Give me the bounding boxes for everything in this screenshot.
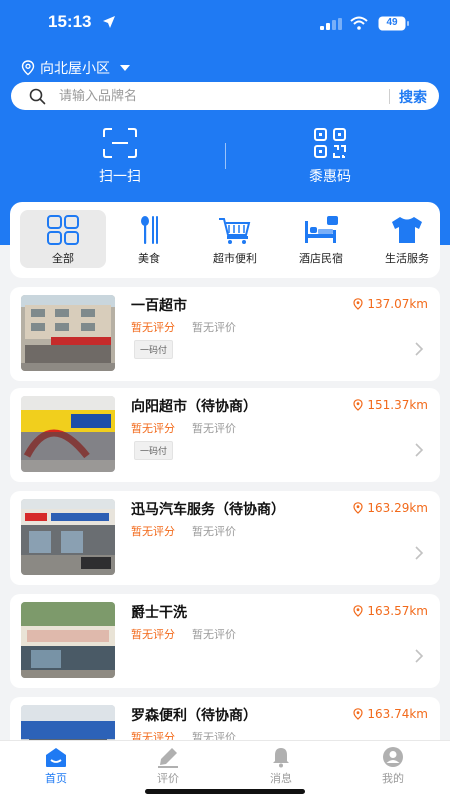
category-all[interactable]: 全部: [20, 210, 106, 268]
category-life-service[interactable]: 生活服务: [364, 210, 440, 268]
store-card[interactable]: 向阳超市（待协商） 151.37km 暂无评分 暂无评价 一码付: [10, 388, 440, 482]
store-card[interactable]: 一百超市 137.07km 暂无评分 暂无评价 一码付: [10, 287, 440, 381]
scan-button[interactable]: 扫一扫: [50, 128, 190, 188]
store-review: 暂无评价: [192, 628, 236, 641]
home-indicator: [145, 789, 305, 794]
store-distance: 151.37km: [352, 398, 428, 412]
location-pin-icon: [21, 60, 35, 76]
battery-level: 49: [386, 17, 398, 28]
qr-code-icon: [314, 128, 346, 158]
quick-actions-divider: [225, 143, 226, 169]
location-pin-icon: [353, 708, 363, 720]
status-time: 15:13: [48, 12, 92, 31]
location-selector[interactable]: 向北屋小区: [20, 58, 130, 78]
search-icon: [29, 88, 46, 105]
category-label: 生活服务: [385, 252, 429, 265]
category-food[interactable]: 美食: [106, 210, 192, 268]
store-photo: [21, 396, 115, 472]
category-label: 酒店民宿: [299, 252, 343, 265]
store-score: 暂无评分: [131, 525, 175, 538]
signal-icon: [320, 18, 342, 30]
user-icon: [383, 747, 403, 767]
store-photo: [21, 295, 115, 371]
distance-value: 163.29km: [367, 501, 428, 515]
tab-label: 评价: [157, 772, 179, 785]
grid-icon: [47, 215, 79, 245]
chevron-right-icon: [415, 649, 424, 663]
store-distance: 163.74km: [352, 707, 428, 721]
shopping-cart-icon: [219, 218, 251, 244]
location-pin-icon: [353, 605, 363, 617]
location-pin-icon: [353, 502, 363, 514]
bell-icon: [273, 748, 289, 768]
store-review: 暂无评价: [192, 525, 236, 538]
category-label: 全部: [52, 252, 74, 265]
store-review: 暂无评价: [192, 321, 236, 334]
tab-home[interactable]: 首页: [16, 746, 96, 786]
store-distance: 137.07km: [352, 297, 428, 311]
search-divider: [389, 89, 390, 104]
home-icon: [46, 748, 66, 767]
store-score: 暂无评分: [131, 422, 175, 435]
scan-label: 扫一扫: [99, 169, 141, 185]
chevron-right-icon: [415, 342, 424, 356]
distance-value: 137.07km: [367, 297, 428, 311]
distance-value: 163.74km: [367, 707, 428, 721]
store-card[interactable]: 爵士干洗 163.57km 暂无评分 暂无评价: [10, 594, 440, 688]
hotel-bed-icon: [305, 216, 338, 243]
distance-value: 151.37km: [367, 398, 428, 412]
chevron-right-icon: [415, 546, 424, 560]
caret-down-icon: [120, 65, 130, 71]
store-photo: [21, 602, 115, 678]
tshirt-icon: [392, 217, 422, 243]
tab-profile[interactable]: 我的: [353, 746, 433, 786]
location-pin-icon: [353, 298, 363, 310]
store-review: 暂无评价: [192, 422, 236, 435]
search-input[interactable]: [59, 86, 359, 106]
store-name: 向阳超市（待协商）: [131, 399, 257, 415]
tab-label: 首页: [45, 772, 67, 785]
chevron-right-icon: [415, 443, 424, 457]
tab-messages[interactable]: 消息: [241, 746, 321, 786]
category-label: 超市便利: [213, 252, 257, 265]
tab-review[interactable]: 评价: [128, 746, 208, 786]
store-name: 迅马汽车服务（待协商）: [131, 502, 285, 518]
store-photo: [21, 499, 115, 575]
status-bar: 15:13 49: [0, 12, 450, 40]
search-bar: 搜索: [11, 82, 439, 110]
store-distance: 163.29km: [352, 501, 428, 515]
qr-code-button[interactable]: 黍惠码: [260, 128, 400, 188]
store-name: 一百超市: [131, 298, 187, 314]
tab-label: 消息: [270, 772, 292, 785]
distance-value: 163.57km: [367, 604, 428, 618]
search-button[interactable]: 搜索: [399, 87, 427, 107]
edit-icon: [158, 748, 178, 768]
payment-tag: 一码付: [134, 441, 174, 460]
location-arrow-icon: [103, 16, 115, 28]
tab-label: 我的: [382, 772, 404, 785]
store-name: 罗森便利（待协商）: [131, 708, 257, 724]
food-utensils-icon: [141, 216, 158, 244]
wifi-icon: [350, 16, 368, 30]
category-hotel[interactable]: 酒店民宿: [278, 210, 364, 268]
store-card[interactable]: 迅马汽车服务（待协商） 163.29km 暂无评分 暂无评价: [10, 491, 440, 585]
scan-icon: [103, 128, 137, 158]
store-name: 爵士干洗: [131, 605, 187, 621]
location-pin-icon: [353, 399, 363, 411]
store-score: 暂无评分: [131, 628, 175, 641]
payment-tag: 一码付: [134, 340, 174, 359]
location-name: 向北屋小区: [40, 61, 110, 77]
category-supermarket[interactable]: 超市便利: [192, 210, 278, 268]
category-label: 美食: [138, 252, 160, 265]
store-distance: 163.57km: [352, 604, 428, 618]
category-bar: 全部 美食 超市便利 酒店民宿 生活服务: [10, 202, 440, 278]
qr-code-label: 黍惠码: [309, 169, 351, 185]
store-score: 暂无评分: [131, 321, 175, 334]
